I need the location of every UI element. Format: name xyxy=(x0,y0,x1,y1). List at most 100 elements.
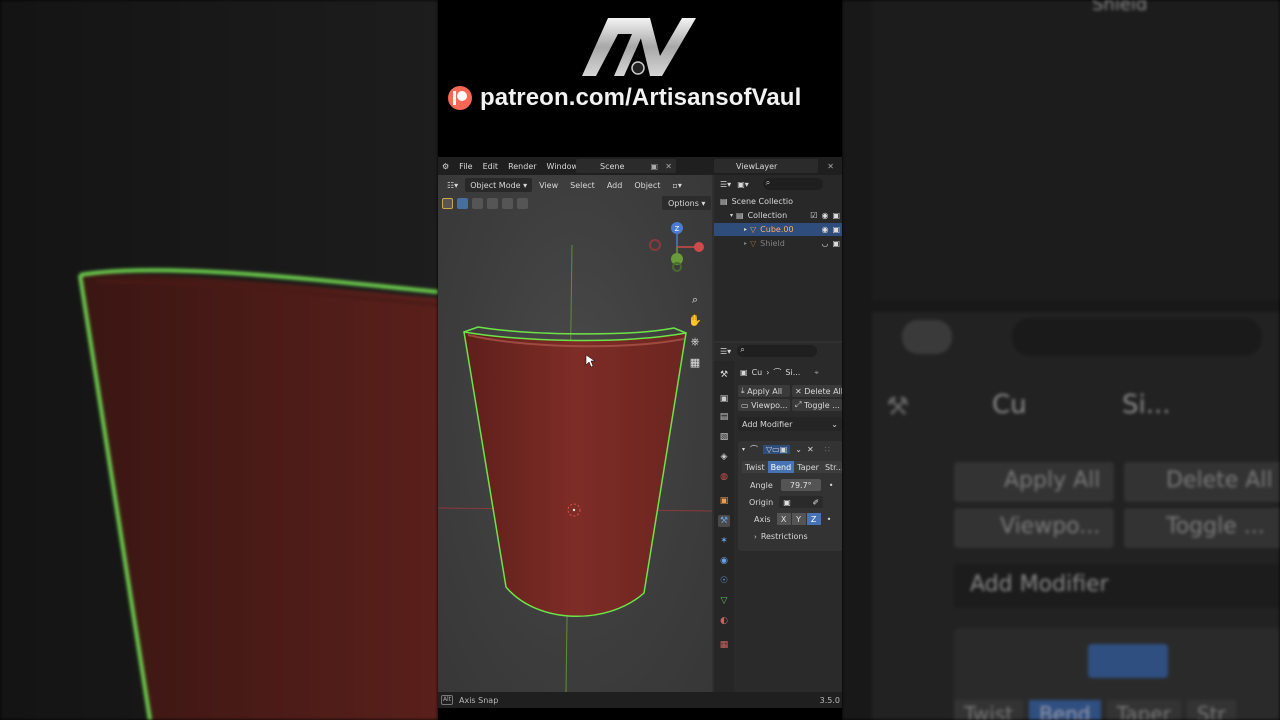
mode-taper[interactable]: Taper xyxy=(794,461,822,473)
data-tab-icon[interactable]: ▽ xyxy=(718,595,730,607)
pin-icon[interactable]: ⌖ xyxy=(814,368,819,378)
artisans-of-vaul-logo xyxy=(582,18,696,76)
viewport-scene: Z xyxy=(438,222,712,692)
apply-all-button[interactable]: ⤓ Apply All xyxy=(738,385,790,397)
viewport-display-button[interactable]: ▭ Viewpo... xyxy=(738,399,790,411)
eye-icon[interactable]: ◉ xyxy=(821,211,828,220)
render-camera-icon[interactable]: ▣ xyxy=(832,239,840,248)
eye-icon[interactable]: ◉ xyxy=(821,225,828,234)
axis-x-button[interactable]: X xyxy=(776,513,791,525)
mode-twist[interactable]: Twist xyxy=(742,461,768,473)
status-bar: Alt Axis Snap 3.5.0 xyxy=(438,692,842,708)
collapse-chevron-icon[interactable]: ▾ xyxy=(742,446,745,453)
right-bg-search xyxy=(1012,318,1262,356)
delete-all-button[interactable]: ✕ Delete All xyxy=(792,385,842,397)
camera-icon[interactable]: ⎈ xyxy=(688,335,702,349)
angle-field[interactable]: 79.7° xyxy=(780,479,821,491)
toggle-stack-button[interactable]: ⤢ Toggle ... xyxy=(792,399,842,411)
right-bg-mode-tabs: Twist Bend Taper Str xyxy=(954,700,1236,720)
zoom-icon[interactable]: ⌕ xyxy=(688,293,702,307)
properties-header: ☰▾ ⌕ xyxy=(714,343,842,359)
expand-icon[interactable]: ▸ xyxy=(744,226,747,233)
eyedropper-icon[interactable]: ✐ xyxy=(812,498,819,507)
left-mesh-closeup xyxy=(78,268,438,720)
pan-hand-icon[interactable]: ✋ xyxy=(688,314,702,328)
outliner-header: ☰▾ ▣▾ ⌕ xyxy=(714,175,842,193)
texture-tab-icon[interactable]: ▦ xyxy=(718,639,730,651)
outliner-row-shield[interactable]: ▸ ▽ Shield ◡ ▣ xyxy=(714,237,842,250)
menu-edit[interactable]: Edit xyxy=(478,162,504,171)
close-view-layer-icon[interactable]: ✕ xyxy=(827,162,834,171)
view-layer-selector[interactable]: ViewLayer ✕ xyxy=(714,159,834,173)
properties-editor-icon[interactable]: ☰▾ xyxy=(720,347,731,356)
blender-window: ⚙ File Edit Render Window Scene ▣ ✕ View… xyxy=(438,157,842,708)
axis-row: Axis X Y Z • xyxy=(754,513,831,525)
3d-viewport[interactable]: ☷▾ Object Mode ▾ View Select Add Object … xyxy=(438,175,712,692)
menu-render[interactable]: Render xyxy=(503,162,541,171)
eye-closed-icon[interactable]: ◡ xyxy=(821,239,828,248)
constraints-tab-icon[interactable]: ☉ xyxy=(718,575,730,587)
modifier-menu-chevron-icon[interactable]: ⌄ xyxy=(795,445,802,454)
render-camera-icon[interactable]: ▣ xyxy=(832,225,840,234)
properties-search[interactable]: ⌕ xyxy=(737,345,818,357)
outliner-row-scene-collection[interactable]: ▤ Scene Collectio xyxy=(714,195,842,208)
gizmo-neg-x-axis[interactable] xyxy=(649,239,661,251)
material-tab-icon[interactable]: ◐ xyxy=(718,615,730,627)
particles-tab-icon[interactable]: ✶ xyxy=(718,535,730,547)
close-scene-icon[interactable]: ✕ xyxy=(665,162,672,171)
add-modifier-dropdown[interactable]: Add Modifier ⌄ xyxy=(738,417,842,431)
axis-y-button[interactable]: Y xyxy=(791,513,806,525)
object-icon: ▣ xyxy=(740,368,748,377)
tool-tab-icon[interactable]: ⚒ xyxy=(718,369,730,381)
expand-icon[interactable]: ▾ xyxy=(730,212,733,219)
keyframe-dot-icon[interactable]: • xyxy=(829,481,834,490)
right-bg-add-modifier: Add Modifier xyxy=(954,564,1280,608)
properties-tabs: ⚒ ▣ ▤ ▧ ◈ ◍ ▣ ⚒ ✶ ◉ ☉ ▽ ◐ ▦ xyxy=(714,361,734,692)
outliner-search[interactable]: ⌕ xyxy=(762,178,823,190)
menu-file[interactable]: File xyxy=(454,162,477,171)
outliner-editor-icon[interactable]: ☰▾ xyxy=(720,180,731,189)
right-bg-delete-all: Delete All xyxy=(1124,462,1280,502)
modifier-tab-icon[interactable]: ⚒ xyxy=(718,515,730,527)
mesh-object-icon: ▽ xyxy=(750,239,757,248)
expand-icon[interactable]: ▸ xyxy=(744,240,747,247)
grid-ortho-icon[interactable]: ▦ xyxy=(688,356,702,370)
world-tab-icon[interactable]: ◍ xyxy=(718,471,730,483)
output-tab-icon[interactable]: ▤ xyxy=(718,411,730,423)
scene-selector[interactable]: Scene ▣ ✕ xyxy=(576,159,676,173)
alt-key-icon: Alt xyxy=(441,695,453,705)
blender-logo-icon[interactable]: ⚙ xyxy=(438,162,454,171)
pin-icon[interactable]: ▣ xyxy=(650,162,658,171)
mode-stretch[interactable]: Str... xyxy=(821,461,842,473)
modifier-display-toggles[interactable]: ▽▭▣ xyxy=(763,445,791,454)
remove-modifier-icon[interactable]: ✕ xyxy=(807,445,814,454)
outliner-label: Cube.00 xyxy=(760,225,794,234)
bent-mesh[interactable] xyxy=(464,332,686,617)
right-bg-outliner: Shield xyxy=(872,0,1280,300)
checkbox-icon[interactable]: ☑ xyxy=(810,211,817,220)
view-layer-tab-icon[interactable]: ▧ xyxy=(718,431,730,443)
scene-collection-icon: ▤ xyxy=(720,197,728,206)
restrictions-row[interactable]: › Restrictions xyxy=(754,532,808,541)
physics-tab-icon[interactable]: ◉ xyxy=(718,555,730,567)
origin-field[interactable]: ▣ ✐ xyxy=(779,496,824,508)
axis-z-button[interactable]: Z xyxy=(806,513,821,525)
right-bg-shield-label: Shield xyxy=(1092,0,1148,15)
render-tab-icon[interactable]: ▣ xyxy=(718,393,730,405)
outliner-row-cube[interactable]: ▸ ▽ Cube.00 ◉ ▣ xyxy=(714,223,842,236)
add-modifier-row: Add Modifier ⌄ xyxy=(738,417,842,431)
render-camera-icon[interactable]: ▣ xyxy=(832,211,840,220)
center-column: patreon.com/ArtisansofVaul ⚙ File Edit R… xyxy=(438,0,842,720)
display-mode-icon[interactable]: ▣▾ xyxy=(737,180,749,189)
keyframe-dot-icon[interactable]: • xyxy=(827,515,832,524)
patreon-link[interactable]: patreon.com/ArtisansofVaul xyxy=(448,84,801,112)
scene-tab-icon[interactable]: ◈ xyxy=(718,451,730,463)
patreon-url[interactable]: patreon.com/ArtisansofVaul xyxy=(480,84,801,112)
gizmo-x-axis[interactable] xyxy=(694,242,704,252)
object-tab-icon[interactable]: ▣ xyxy=(718,495,730,507)
drag-handle-icon[interactable]: ∷ xyxy=(825,445,830,454)
mode-bend[interactable]: Bend xyxy=(767,461,795,473)
navigation-gizmo[interactable]: Z xyxy=(649,222,704,272)
right-bg-mod-label: Si... xyxy=(1122,390,1171,420)
outliner-row-collection[interactable]: ▾ ▤ Collection ☑ ◉ ▣ xyxy=(714,209,842,222)
